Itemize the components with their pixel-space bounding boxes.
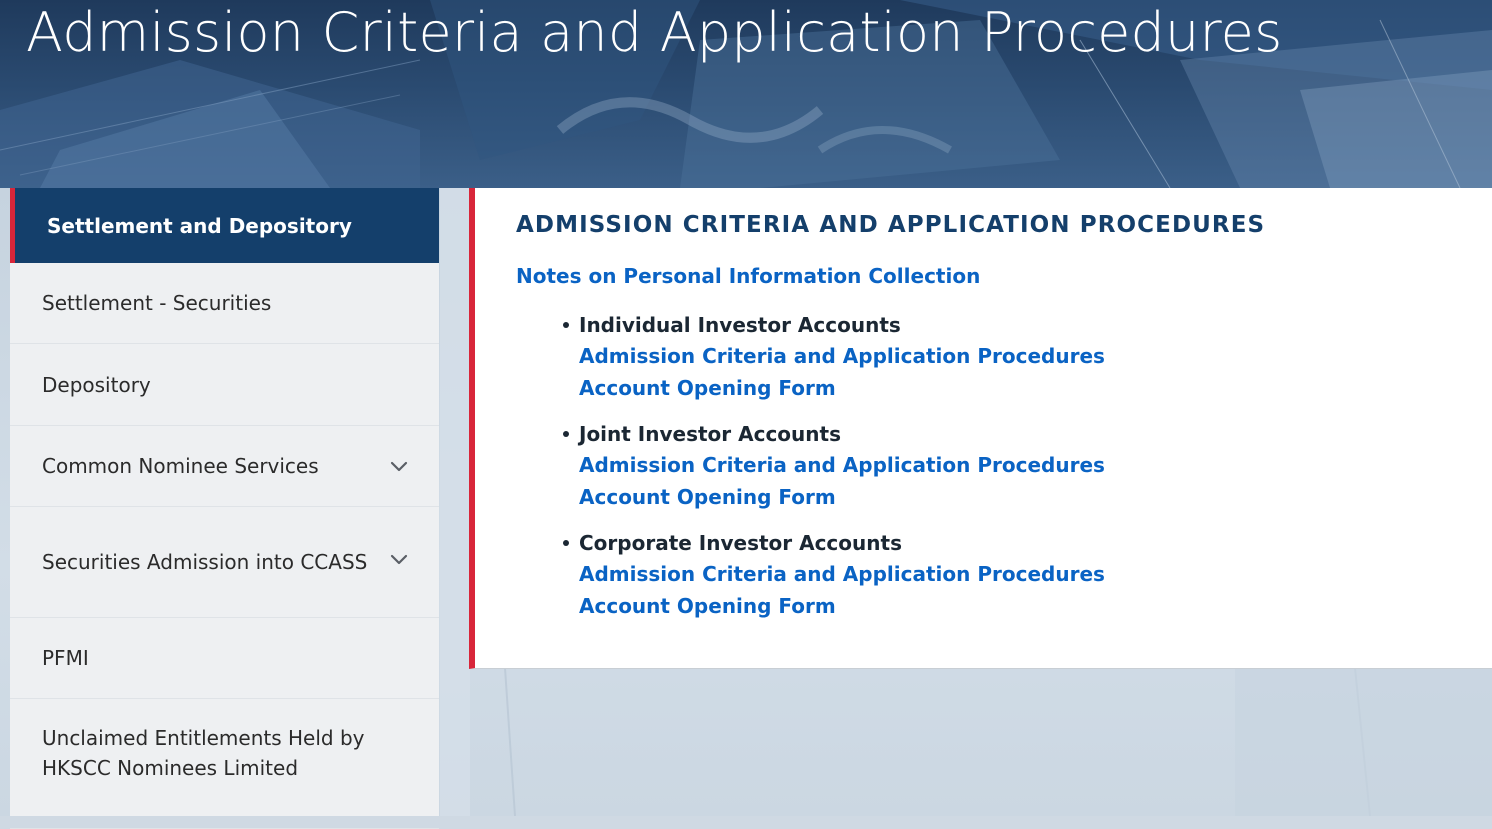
sidebar-item-settlement-securities[interactable]: Settlement - Securities	[10, 263, 439, 344]
list-item: Corporate Investor Accounts Admission Cr…	[555, 528, 1105, 622]
notes-personal-info-link[interactable]: Notes on Personal Information Collection	[516, 264, 980, 288]
sidebar-item-depository[interactable]: Depository	[10, 344, 439, 426]
admission-criteria-link[interactable]: Admission Criteria and Application Proce…	[579, 341, 1105, 373]
list-item: Joint Investor Accounts Admission Criter…	[555, 419, 1105, 513]
sidebar-item-label: Depository	[42, 372, 151, 397]
sidebar-header[interactable]: Settlement and Depository	[10, 188, 439, 263]
sidebar-item-label: Unclaimed Entitlements Held by HKSCC Nom…	[42, 726, 365, 780]
sidebar-item-label: Securities Admission into CCASS	[42, 550, 368, 574]
account-opening-form-link[interactable]: Account Opening Form	[579, 373, 1105, 405]
hero-banner: Admission Criteria and Application Proce…	[0, 0, 1492, 188]
list-item: Individual Investor Accounts Admission C…	[555, 310, 1105, 404]
sidebar-item-label: Common Nominee Services	[42, 454, 319, 478]
chevron-down-icon[interactable]	[389, 549, 409, 569]
page-title: Admission Criteria and Application Proce…	[26, 1, 1283, 64]
account-opening-form-link[interactable]: Account Opening Form	[579, 482, 1105, 514]
sidebar-header-label: Settlement and Depository	[47, 213, 352, 238]
account-opening-form-link[interactable]: Account Opening Form	[579, 591, 1105, 623]
sidebar: Settlement and Depository Settlement - S…	[10, 188, 439, 829]
sidebar-item-unclaimed-entitlements[interactable]: Unclaimed Entitlements Held by HKSCC Nom…	[10, 699, 439, 829]
account-type-label: Joint Investor Accounts	[579, 422, 841, 446]
sidebar-item-common-nominee-services[interactable]: Common Nominee Services	[10, 426, 439, 507]
admission-criteria-link[interactable]: Admission Criteria and Application Proce…	[579, 450, 1105, 482]
section-heading: ADMISSION CRITERIA AND APPLICATION PROCE…	[516, 212, 1266, 238]
bullet-icon	[563, 540, 569, 546]
sidebar-item-label: PFMI	[42, 646, 89, 670]
account-types-list: Individual Investor Accounts Admission C…	[555, 310, 1105, 637]
account-type-label: Individual Investor Accounts	[579, 313, 901, 337]
sidebar-item-pfmi[interactable]: PFMI	[10, 618, 439, 699]
sidebar-item-securities-admission[interactable]: Securities Admission into CCASS	[10, 507, 439, 618]
chevron-down-icon[interactable]	[389, 456, 409, 476]
admission-criteria-link[interactable]: Admission Criteria and Application Proce…	[579, 559, 1105, 591]
sidebar-item-label: Settlement - Securities	[42, 291, 272, 315]
bullet-icon	[563, 431, 569, 437]
content-card: ADMISSION CRITERIA AND APPLICATION PROCE…	[469, 188, 1492, 669]
bullet-icon	[563, 322, 569, 328]
account-type-label: Corporate Investor Accounts	[579, 531, 902, 555]
